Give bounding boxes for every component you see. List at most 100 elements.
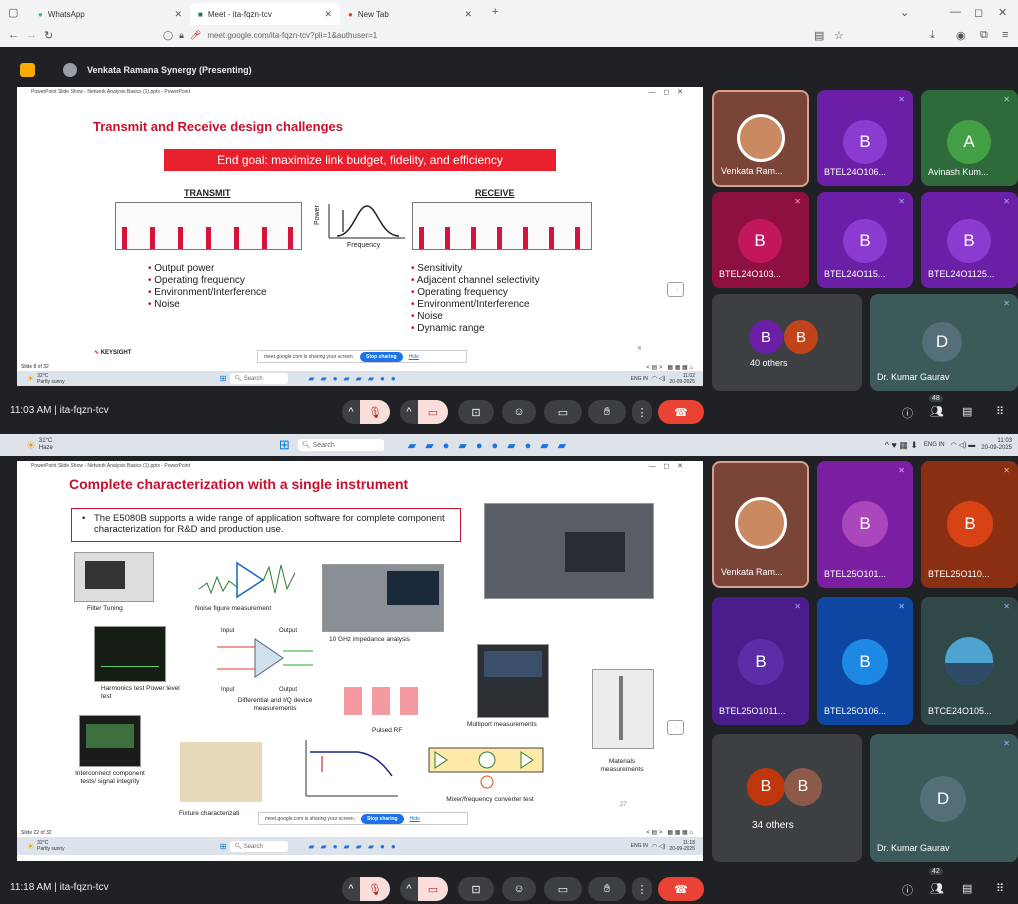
participant-tile[interactable]: ✕ B BTEL25O1011...	[712, 597, 809, 725]
leave-call-button[interactable]: ☎	[658, 877, 704, 901]
close-icon[interactable]: ✕	[324, 9, 332, 20]
maximize-icon[interactable]: ◻	[974, 6, 983, 19]
wifi-icon[interactable]: ◠ ◁)	[652, 375, 666, 382]
captions-button[interactable]: ▭	[544, 877, 582, 901]
participant-tile[interactable]: ✕ B BTEL24O106...	[817, 90, 913, 186]
chevron-up-icon[interactable]: ^	[342, 877, 360, 901]
tab-whatsapp[interactable]: ● WhatsApp ✕	[30, 3, 190, 25]
tab-label: Meet - ita-fqzn-tcv	[207, 9, 272, 19]
hide-button[interactable]: Hide	[410, 816, 420, 822]
leave-call-button[interactable]: ☎	[658, 400, 704, 424]
participant-tile[interactable]: ✕ B BTEL24O1125...	[921, 192, 1018, 288]
participant-tile[interactable]: ✕ A Avinash Kum...	[921, 90, 1018, 186]
extensions-icon[interactable]: ⧉	[980, 29, 988, 42]
weather-icon: ☀	[27, 841, 35, 851]
camera-off-button[interactable]: ▭	[418, 400, 448, 424]
present-button[interactable]: ⊡	[458, 400, 494, 424]
more-options-button[interactable]: ⋮	[632, 877, 652, 901]
present-icon[interactable]	[20, 63, 35, 77]
windows-start-icon[interactable]: ⊞	[220, 842, 227, 851]
mic-off-button[interactable]: 🎙︎	[360, 400, 390, 424]
new-tab-button[interactable]: +	[492, 6, 498, 18]
menu-icon[interactable]: ≡	[1002, 29, 1008, 41]
taskbar-apps[interactable]: ▰▰●▰▰▰●●	[308, 842, 401, 851]
chevron-up-icon[interactable]: ^	[342, 400, 360, 424]
windows-start-icon[interactable]: ⊞	[279, 437, 290, 453]
info-icon[interactable]: ⓘ	[902, 882, 913, 898]
pip-icon[interactable]: ↘	[667, 282, 684, 297]
pip-icon[interactable]: ↘	[667, 720, 684, 735]
reload-icon[interactable]: ↻	[44, 29, 53, 42]
taskbar-search[interactable]: 🔍︎ Search	[230, 840, 289, 852]
tab-meet[interactable]: ■ Meet - ita-fqzn-tcv ✕	[190, 3, 340, 25]
taskbar-search[interactable]: 🔍︎ Search	[297, 439, 384, 451]
people-icon[interactable]: 👥︎	[930, 405, 944, 418]
wifi-icon[interactable]: ◠ ◁) ▬	[951, 441, 976, 449]
windows-start-icon[interactable]: ⊞	[220, 374, 227, 383]
filter-tuning-label: Filter Tuning	[87, 605, 123, 612]
raise-hand-button[interactable]: ✋︎	[588, 877, 626, 901]
view-controls[interactable]: < ▤ > ▦ ▦ ▦ ⌂	[646, 364, 693, 371]
ppt-title: PowerPoint Slide Show - Network Analysis…	[31, 462, 190, 469]
close-icon[interactable]: ✕	[174, 9, 182, 20]
taskbar-search[interactable]: 🔍︎ Search	[230, 373, 289, 384]
back-icon[interactable]: ←	[8, 29, 19, 41]
participant-tile[interactable]: ✕ B BTEL24O103...	[712, 192, 809, 288]
hide-button[interactable]: Hide	[409, 354, 419, 360]
tab-actions-icon[interactable]: ▢	[8, 6, 18, 19]
chat-icon[interactable]: ▤	[962, 405, 972, 418]
emoji-button[interactable]: ☺	[502, 877, 536, 901]
forward-icon[interactable]: →	[26, 29, 37, 41]
participant-tile[interactable]: ✕ D Dr. Kumar Gaurav	[870, 294, 1018, 391]
view-controls[interactable]: < ▤ > ▦ ▦ ▦ ⌂	[646, 829, 693, 836]
materials-image	[592, 669, 654, 749]
activities-icon[interactable]: ⠿	[996, 882, 1004, 895]
camera-off-button[interactable]: ▭	[418, 877, 448, 901]
stop-sharing-button[interactable]: Stop sharing	[361, 813, 404, 824]
chevron-down-icon[interactable]: ⌄	[900, 6, 909, 19]
emoji-button[interactable]: ☺	[502, 400, 536, 424]
captions-button[interactable]: ▭	[544, 400, 582, 424]
mic-off-icon: ✕	[1003, 197, 1010, 206]
close-window-icon[interactable]: ✕	[998, 6, 1007, 19]
weather-desc: Partly sunny	[37, 378, 65, 385]
address-bar[interactable]: ◯ 🔒︎ 🎤︎ meet.google.com/ita-fqzn-tcv?pli…	[155, 27, 795, 44]
participant-tile[interactable]: ✕ B BTEL25O106...	[817, 597, 913, 725]
participant-tile[interactable]: ✕ B BTEL25O110...	[921, 461, 1018, 588]
bookmark-star-icon[interactable]: ☆	[834, 29, 844, 42]
download-icon[interactable]: ⤓	[930, 29, 935, 42]
chat-icon[interactable]: ▤	[962, 882, 972, 895]
participant-tile[interactable]: ✕ BTCE24O105...	[921, 597, 1018, 725]
others-tile[interactable]: B B 34 others	[712, 734, 862, 862]
close-icon[interactable]: ✕	[464, 9, 472, 20]
taskbar-apps[interactable]: ▰▰●▰▰▰●●	[308, 374, 401, 383]
close-icon[interactable]: ✕	[637, 345, 642, 352]
mic-off-button[interactable]: 🎙︎	[360, 877, 390, 901]
avatar: D	[922, 322, 962, 362]
participant-tile[interactable]: ✕ B BTEL24O115...	[817, 192, 913, 288]
others-tile[interactable]: B B 40 others	[712, 294, 862, 391]
chevron-up-icon[interactable]: ^	[400, 877, 418, 901]
raise-hand-button[interactable]: ✋︎	[588, 400, 626, 424]
present-button[interactable]: ⊡	[458, 877, 494, 901]
tray-icons[interactable]: ^ ♥ ▦ ⬇	[885, 440, 918, 451]
minimize-icon[interactable]: —	[950, 6, 961, 18]
participant-tile[interactable]: ✕ B BTEL25O101...	[817, 461, 913, 588]
reader-icon[interactable]: ▤	[814, 29, 824, 42]
wifi-icon[interactable]: ◠ ◁)	[652, 843, 666, 850]
participant-name: BTEL25O101...	[824, 569, 887, 579]
chevron-up-icon[interactable]: ^	[400, 400, 418, 424]
info-icon[interactable]: ⓘ	[902, 405, 913, 421]
participant-tile[interactable]: Venkata Ram...	[712, 461, 809, 588]
taskbar-apps[interactable]: ▰▰●▰●●▰●▰▰	[408, 439, 575, 452]
participant-tile[interactable]: ✕ D Dr. Kumar Gaurav	[870, 734, 1018, 862]
more-options-button[interactable]: ⋮	[632, 400, 652, 424]
impedance-image	[322, 564, 444, 632]
tab-new[interactable]: ● New Tab ✕	[340, 3, 480, 25]
stop-sharing-button[interactable]: Stop sharing	[360, 351, 403, 362]
activities-icon[interactable]: ⠿	[996, 405, 1004, 418]
others-count: 40 others	[750, 358, 788, 368]
participant-tile[interactable]: Venkata Ram...	[712, 90, 809, 187]
people-icon[interactable]: 👥︎	[930, 882, 944, 895]
account-icon[interactable]: ◉	[956, 29, 966, 42]
